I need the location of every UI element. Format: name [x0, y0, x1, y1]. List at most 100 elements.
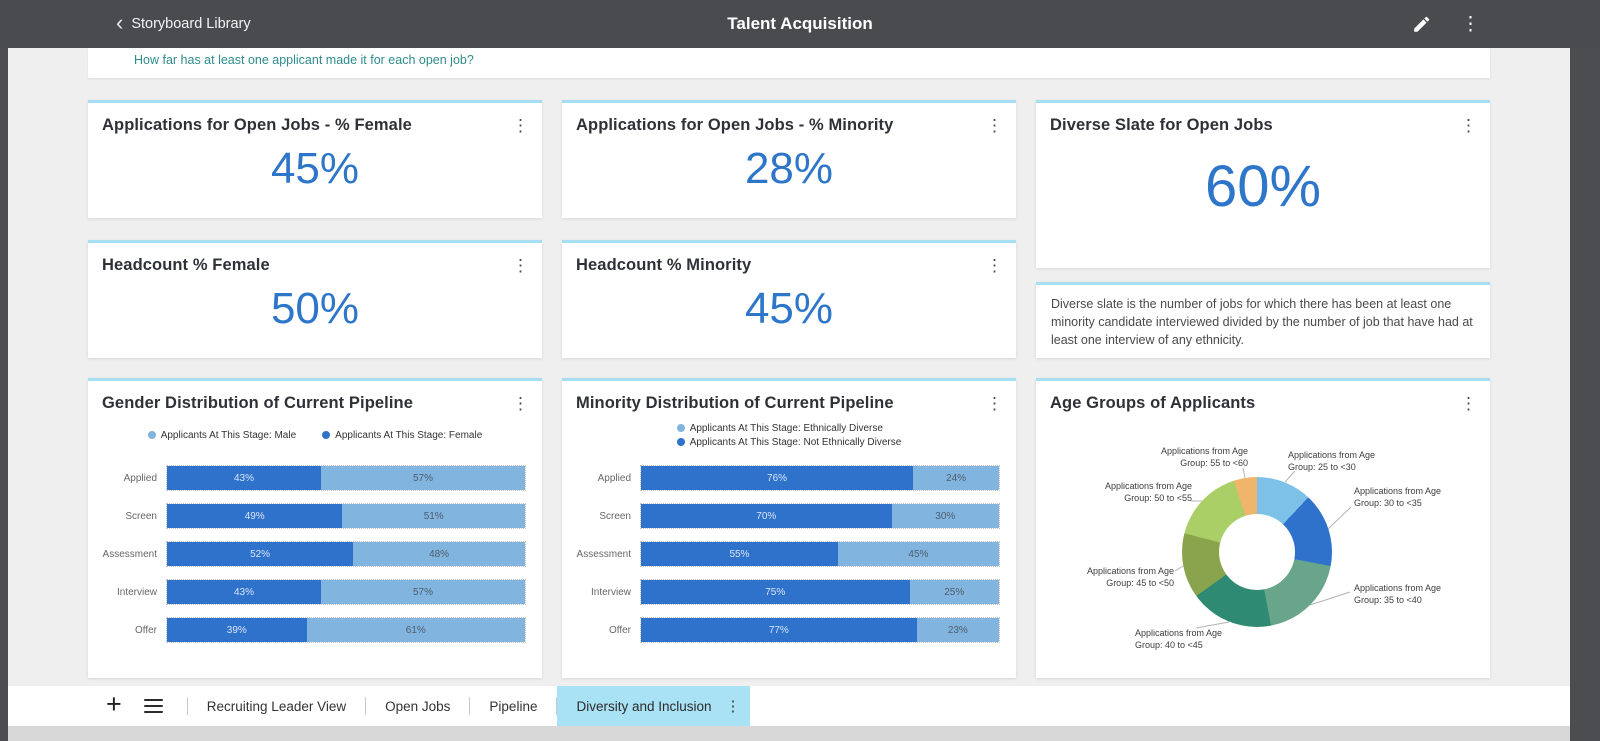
storyboard-viewport: How far has at least one applicant made …: [8, 48, 1570, 741]
card-title: Applications for Open Jobs - % Minority: [576, 116, 893, 135]
bar-row: Screen70%30%: [572, 503, 1000, 529]
bar-track: 39%61%: [166, 617, 526, 643]
column-2: Applications for Open Jobs - % Minority …: [562, 100, 1016, 678]
edit-pencil-icon[interactable]: [1412, 15, 1431, 34]
bar-track: 43%57%: [166, 579, 526, 605]
bar-segment[interactable]: 49%: [167, 504, 342, 528]
hamburger-menu-icon[interactable]: [144, 699, 163, 713]
card-title: Minority Distribution of Current Pipelin…: [576, 394, 894, 413]
tab-label: Open Jobs: [385, 699, 450, 714]
card-title: Headcount % Female: [102, 256, 270, 275]
bar-row: Interview75%25%: [572, 579, 1000, 605]
bar-segment[interactable]: 43%: [167, 466, 321, 490]
bar-row: Offer77%23%: [572, 617, 1000, 643]
bar-segment[interactable]: 77%: [641, 618, 917, 642]
age-groups-chart: Applications from Age Group: 25 to <30 Ap…: [1036, 415, 1490, 667]
legend-label: Applicants At This Stage: Female: [335, 430, 482, 441]
chart-legend: Applicants At This Stage: Ethnically Div…: [677, 423, 902, 448]
bar-segment[interactable]: 48%: [353, 542, 525, 566]
card-headcount-female: Headcount % Female ⋮ 50%: [88, 240, 542, 358]
kebab-menu-icon[interactable]: ⋮: [986, 257, 1002, 274]
age-donut-chart[interactable]: [1182, 477, 1332, 627]
gender-pipeline-chart: Applicants At This Stage: Male Applicants…: [88, 417, 542, 643]
tab-recruiting-leader-view[interactable]: Recruiting Leader View: [188, 686, 365, 726]
bar-row: Offer39%61%: [98, 617, 526, 643]
kebab-menu-icon[interactable]: ⋮: [1461, 13, 1480, 36]
kebab-menu-icon[interactable]: ⋮: [986, 395, 1002, 412]
bar-segment[interactable]: 75%: [641, 580, 910, 604]
bar-segment[interactable]: 70%: [641, 504, 892, 528]
bar-category-label: Screen: [98, 511, 166, 522]
bar-row: Assessment55%45%: [572, 541, 1000, 567]
bar-row: Assessment52%48%: [98, 541, 526, 567]
header-actions: ⋮: [1412, 0, 1480, 48]
bar-row: Screen49%51%: [98, 503, 526, 529]
bar-segment[interactable]: 57%: [321, 466, 525, 490]
card-title: Diverse Slate for Open Jobs: [1050, 116, 1273, 135]
bar-segment[interactable]: 23%: [917, 618, 999, 642]
top-app-bar: ‹ Storyboard Library Talent Acquisition …: [0, 0, 1600, 48]
kebab-menu-icon[interactable]: ⋮: [512, 257, 528, 274]
bar-segment[interactable]: 30%: [892, 504, 999, 528]
bottom-gutter: [8, 726, 1570, 741]
donut-slice-label: Applications from Age Group: 50 to <55: [1080, 480, 1192, 504]
legend-dot-icon: [322, 431, 330, 439]
tab-pipeline[interactable]: Pipeline: [470, 686, 556, 726]
card-title: Gender Distribution of Current Pipeline: [102, 394, 413, 413]
bar-segment[interactable]: 39%: [167, 618, 307, 642]
bar-segment[interactable]: 61%: [307, 618, 525, 642]
column-1: Applications for Open Jobs - % Female ⋮ …: [88, 100, 542, 678]
back-button[interactable]: ‹ Storyboard Library: [116, 0, 251, 48]
bar-segment[interactable]: 25%: [910, 580, 1000, 604]
bar-row: Interview43%57%: [98, 579, 526, 605]
diverse-slate-note-text: Diverse slate is the number of jobs for …: [1051, 297, 1473, 347]
bar-segment[interactable]: 43%: [167, 580, 321, 604]
bar-segment[interactable]: 57%: [321, 580, 525, 604]
bar-row: Applied76%24%: [572, 465, 1000, 491]
legend-dot-icon: [677, 424, 685, 432]
bar-track: 70%30%: [640, 503, 1000, 529]
kebab-menu-icon[interactable]: ⋮: [512, 395, 528, 412]
kpi-value: 45%: [88, 144, 542, 194]
bar-track: 76%24%: [640, 465, 1000, 491]
kebab-menu-icon[interactable]: ⋮: [986, 117, 1002, 134]
card-gender-pipeline: Gender Distribution of Current Pipeline …: [88, 378, 542, 678]
card-age-groups: Age Groups of Applicants ⋮: [1036, 378, 1490, 678]
bar-segment[interactable]: 24%: [913, 466, 999, 490]
bar-track: 43%57%: [166, 465, 526, 491]
tab-open-jobs[interactable]: Open Jobs: [366, 686, 469, 726]
tab-diversity-and-inclusion[interactable]: Diversity and Inclusion ⋮: [557, 686, 749, 726]
tab-label: Diversity and Inclusion: [576, 699, 711, 714]
bar-segment[interactable]: 52%: [167, 542, 353, 566]
stacked-bar-plot: Applied43%57% Screen49%51% Assessment52%48…: [88, 465, 542, 643]
kebab-menu-icon[interactable]: ⋮: [1460, 395, 1476, 412]
bar-row: Applied43%57%: [98, 465, 526, 491]
bar-segment[interactable]: 45%: [838, 542, 999, 566]
bar-category-label: Assessment: [98, 549, 166, 560]
bar-segment[interactable]: 55%: [641, 542, 838, 566]
question-link[interactable]: How far has at least one applicant made …: [134, 53, 474, 67]
legend-item: Applicants At This Stage: Male: [148, 430, 296, 441]
bar-segment[interactable]: 76%: [641, 466, 913, 490]
legend-label: Applicants At This Stage: Male: [161, 430, 296, 441]
question-banner-card: How far has at least one applicant made …: [88, 48, 1490, 78]
donut-slice-label: Applications from Age Group: 40 to <45: [1135, 627, 1247, 651]
bar-track: 52%48%: [166, 541, 526, 567]
card-applications-female: Applications for Open Jobs - % Female ⋮ …: [88, 100, 542, 218]
kebab-menu-icon[interactable]: ⋮: [1460, 117, 1476, 134]
legend-dot-icon: [677, 438, 685, 446]
legend-item: Applicants At This Stage: Female: [322, 430, 482, 441]
legend-item: Applicants At This Stage: Ethnically Div…: [677, 423, 883, 434]
kpi-value: 45%: [562, 284, 1016, 334]
kpi-value: 28%: [562, 144, 1016, 194]
kebab-menu-icon[interactable]: ⋮: [726, 697, 740, 715]
minority-pipeline-chart: Applicants At This Stage: Ethnically Div…: [562, 417, 1016, 643]
donut-slice-label: Applications from Age Group: 25 to <30: [1288, 449, 1400, 473]
bar-category-label: Offer: [98, 625, 166, 636]
bar-category-label: Interview: [572, 587, 640, 598]
column-3: Diverse Slate for Open Jobs ⋮ 60% Divers…: [1036, 100, 1490, 678]
add-tab-button[interactable]: +: [106, 691, 122, 718]
dashboard-scroll-area: How far has at least one applicant made …: [8, 48, 1570, 686]
kebab-menu-icon[interactable]: ⋮: [512, 117, 528, 134]
bar-segment[interactable]: 51%: [342, 504, 525, 528]
